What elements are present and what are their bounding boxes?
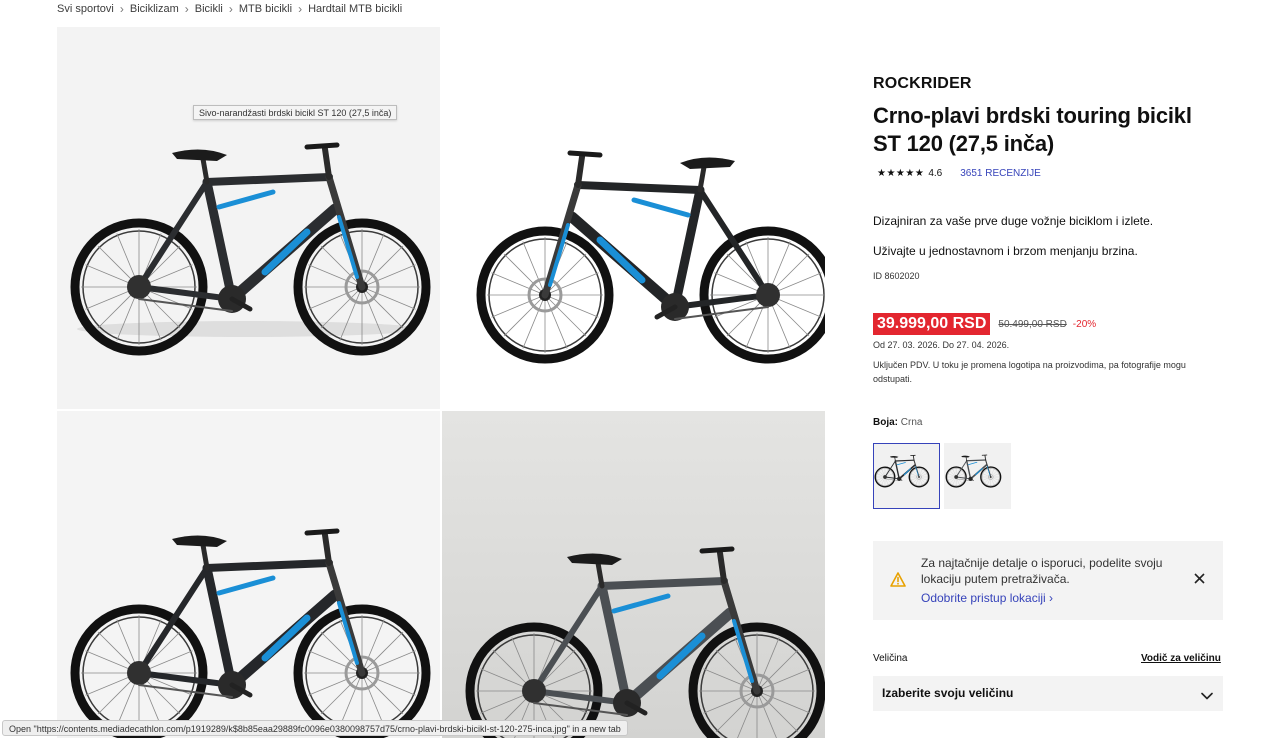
discount-badge: -20% (1072, 318, 1097, 330)
browser-status-bar: Open "https://contents.mediadecathlon.co… (2, 720, 628, 736)
close-icon[interactable] (1190, 569, 1208, 587)
product-description-line-2: Uživajte u jednostavnom i brzom menjanju… (873, 244, 1138, 258)
image-tooltip: Sivo-narandžasti brdski bicikl ST 120 (2… (193, 105, 398, 120)
product-id: ID 8602020 (873, 271, 920, 281)
product-description-line-1: Dizajniran za vaše prve duge vožnje bici… (873, 214, 1154, 228)
price-validity: Od 27. 03. 2026. Do 27. 04. 2026. (873, 340, 1010, 350)
product-gallery: Sivo-narandžasti brdski bicikl ST 120 (2… (57, 27, 825, 738)
breadcrumb-item-bicikli[interactable]: Bicikli (195, 3, 223, 15)
rating-value: 4.6 (928, 168, 943, 179)
breadcrumb-item-biciklizam[interactable]: Biciklizam (130, 3, 179, 15)
location-notice-text: Za najtačnije detalje o isporuci, podeli… (921, 556, 1163, 586)
product-rating: ★★★★★ 4.6 3651 RECENZIJE (877, 168, 1041, 179)
vat-note: Uključen PDV. U toku je promena logotipa… (873, 360, 1186, 384)
breadcrumb-separator: › (228, 2, 233, 16)
gallery-image-3[interactable] (57, 411, 440, 738)
size-label: Veličina (873, 653, 908, 664)
product-brand[interactable]: ROCKRIDER (873, 75, 972, 93)
reviews-link[interactable]: 3651 RECENZIJE (960, 168, 1041, 179)
location-notice: Za najtačnije detalje o isporuci, podeli… (873, 541, 1223, 620)
price-row: 39.999,00 RSD 50.499,00 RSD -20% (873, 313, 1096, 335)
gallery-image-4[interactable] (442, 411, 825, 738)
breadcrumb-separator: › (298, 2, 303, 16)
color-swatch-black[interactable] (873, 443, 940, 509)
breadcrumb-separator: › (119, 2, 124, 16)
size-select-value: Izaberite svoju veličinu (882, 686, 1014, 700)
allow-location-link[interactable]: Odobrite pristup lokaciji › (921, 591, 1053, 605)
gallery-image-2[interactable] (442, 27, 825, 409)
warning-icon (890, 572, 906, 592)
gallery-image-1[interactable]: Sivo-narandžasti brdski bicikl ST 120 (2… (57, 27, 440, 409)
rating-stars-icon: ★★★★★ (877, 168, 925, 179)
breadcrumb: Svi sportovi › Biciklizam › Bicikli › MT… (57, 2, 402, 16)
color-label: Boja: Crna (873, 417, 922, 428)
product-title: Crno-plavi brdski touring bicikl ST 120 … (873, 103, 1192, 156)
size-select[interactable]: Izaberite svoju veličinu (873, 676, 1223, 711)
color-label-title: Boja: (873, 417, 898, 428)
breadcrumb-item-mtb-bicikli[interactable]: MTB bicikli (239, 3, 292, 15)
breadcrumb-separator: › (184, 2, 189, 16)
old-price: 50.499,00 RSD (998, 318, 1067, 330)
breadcrumb-item-hardtail[interactable]: Hardtail MTB bicikli (308, 3, 402, 15)
current-price: 39.999,00 RSD (873, 313, 991, 335)
color-value: Crna (900, 417, 923, 428)
chevron-down-icon (1201, 687, 1213, 705)
color-swatch-grey[interactable] (944, 443, 1011, 509)
size-guide-link[interactable]: Vodič za veličinu (1141, 653, 1221, 664)
breadcrumb-item-svi-sportovi[interactable]: Svi sportovi (57, 3, 114, 15)
